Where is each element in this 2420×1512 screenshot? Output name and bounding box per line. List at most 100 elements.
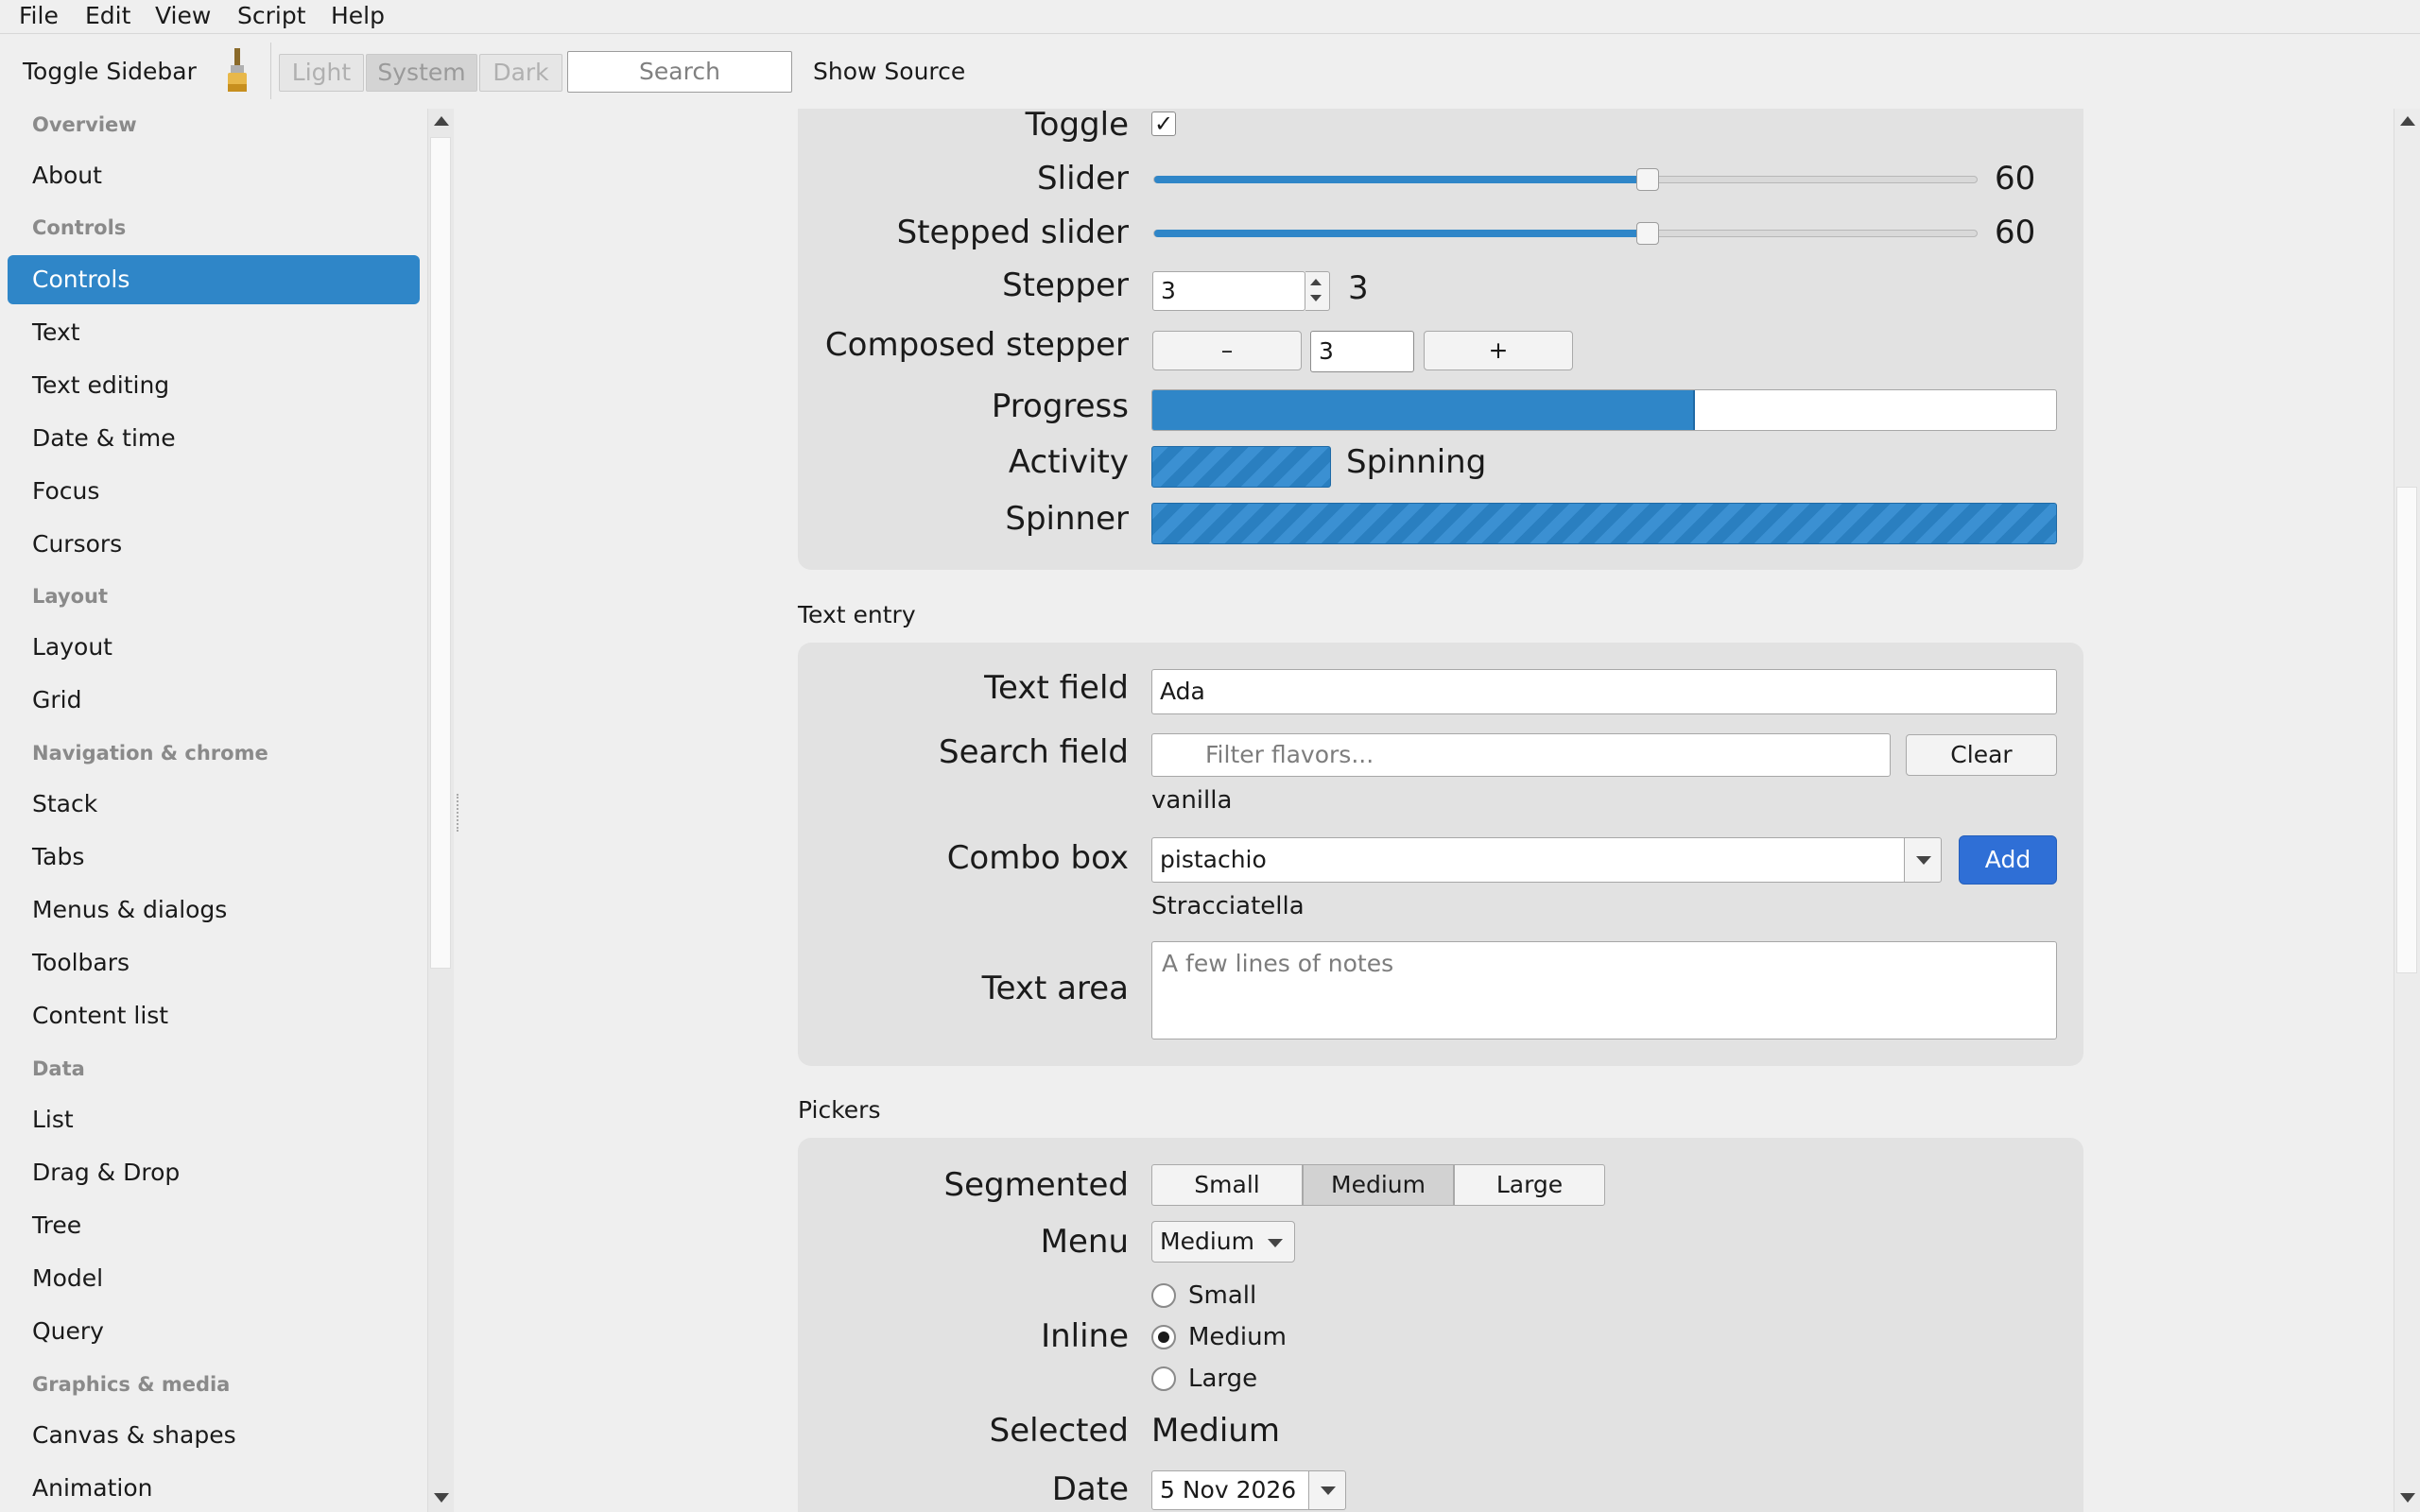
- date-field[interactable]: 5 Nov 2026: [1151, 1470, 1310, 1510]
- paintbrush-icon[interactable]: [223, 48, 251, 94]
- text-field-label: Text field: [984, 669, 1129, 707]
- slider-track[interactable]: [1153, 176, 1978, 183]
- main-scrollbar[interactable]: [2394, 109, 2420, 1512]
- sidebar-item-focus[interactable]: Focus: [32, 477, 99, 505]
- menu-picker-value: Medium: [1160, 1228, 1254, 1255]
- stepped-slider-track[interactable]: [1153, 230, 1978, 237]
- date-label: Date: [1051, 1470, 1129, 1508]
- splitter-handle[interactable]: [457, 794, 459, 832]
- stepped-slider-knob[interactable]: [1636, 222, 1660, 245]
- stepped-slider-label: Stepped slider: [896, 214, 1129, 251]
- text-area-label: Text area: [981, 970, 1129, 1007]
- sidebar-item-date-time[interactable]: Date & time: [32, 424, 176, 452]
- sidebar-item-model[interactable]: Model: [32, 1264, 103, 1292]
- radio-small-label: Small: [1188, 1281, 1257, 1310]
- segmented-label: Segmented: [943, 1166, 1130, 1204]
- radio-small[interactable]: [1151, 1283, 1176, 1308]
- sidebar-item-content-list[interactable]: Content list: [32, 1002, 168, 1029]
- toggle-checkbox[interactable]: ✓: [1151, 112, 1176, 136]
- add-button[interactable]: Add: [1959, 835, 2057, 885]
- slider-knob[interactable]: [1636, 168, 1660, 191]
- progress-bar: [1151, 389, 2057, 431]
- combo-box-dropdown-button[interactable]: [1904, 837, 1942, 883]
- segmented-large[interactable]: Large: [1454, 1164, 1605, 1206]
- menu-edit[interactable]: Edit: [85, 0, 130, 32]
- sidebar-item-about[interactable]: About: [32, 162, 102, 189]
- stepper-arrows[interactable]: [1305, 271, 1330, 311]
- menu-file[interactable]: File: [19, 0, 59, 32]
- menu-script[interactable]: Script: [237, 0, 306, 32]
- stepped-slider-fill: [1154, 230, 1650, 237]
- sidebar-item-stack[interactable]: Stack: [32, 790, 97, 817]
- main-scroll-up-arrow-icon[interactable]: [2400, 116, 2415, 126]
- sidebar-item-canvas-shapes[interactable]: Canvas & shapes: [32, 1421, 236, 1449]
- stepped-slider-value: 60: [1995, 214, 2036, 251]
- toolbar: Toggle Sidebar Light System Dark Search …: [0, 35, 2420, 109]
- decrement-button[interactable]: –: [1152, 331, 1302, 370]
- sidebar-scrollbar-thumb[interactable]: [430, 137, 451, 969]
- menu-help[interactable]: Help: [331, 0, 385, 32]
- sidebar-item-text[interactable]: Text: [32, 318, 80, 346]
- radio-medium-label: Medium: [1188, 1323, 1287, 1351]
- text-field-input[interactable]: Ada: [1151, 669, 2057, 714]
- sidebar-item-cursors[interactable]: Cursors: [32, 530, 122, 558]
- theme-system-button[interactable]: System: [366, 54, 477, 92]
- toggle-sidebar-button[interactable]: Toggle Sidebar: [23, 53, 197, 91]
- main-scrollbar-thumb[interactable]: [2396, 487, 2417, 973]
- selected-value: Medium: [1151, 1412, 1280, 1450]
- menu-view[interactable]: View: [155, 0, 211, 32]
- search-field-label: Search field: [939, 733, 1129, 771]
- radio-medium[interactable]: [1151, 1325, 1176, 1349]
- selected-label: Selected: [989, 1412, 1129, 1450]
- sidebar-item-list[interactable]: List: [32, 1106, 74, 1133]
- composed-stepper-label: Composed stepper: [824, 326, 1129, 364]
- sidebar-item-tabs[interactable]: Tabs: [32, 843, 84, 870]
- slider-label: Slider: [1037, 160, 1129, 198]
- sidebar-item-text-editing[interactable]: Text editing: [32, 371, 169, 399]
- show-source-button[interactable]: Show Source: [813, 53, 965, 91]
- stepper-label: Stepper: [1002, 266, 1129, 304]
- stepper-down-icon[interactable]: [1310, 295, 1322, 301]
- sidebar-item-drag-drop[interactable]: Drag & Drop: [32, 1159, 180, 1186]
- sidebar-item-grid[interactable]: Grid: [32, 686, 81, 713]
- segmented-medium[interactable]: Medium: [1303, 1164, 1454, 1206]
- sidebar-item-layout[interactable]: Layout: [32, 633, 112, 661]
- clear-button[interactable]: Clear: [1906, 734, 2057, 776]
- increment-button[interactable]: +: [1424, 331, 1573, 370]
- progress-fill: [1152, 390, 1695, 430]
- radio-large[interactable]: [1151, 1366, 1176, 1391]
- search-field-input[interactable]: Filter flavors...: [1151, 733, 1891, 777]
- sidebar-item-tree[interactable]: Tree: [32, 1211, 81, 1239]
- theme-light-button[interactable]: Light: [279, 54, 364, 92]
- sidebar-item-menus-dialogs[interactable]: Menus & dialogs: [32, 896, 227, 923]
- date-dropdown-button[interactable]: [1308, 1470, 1346, 1510]
- activity-label: Activity: [1008, 443, 1129, 481]
- sidebar-header-controls: Controls: [32, 216, 127, 239]
- menu-bar: File Edit View Script Help: [0, 0, 2420, 34]
- slider-value: 60: [1995, 160, 2036, 198]
- search-input[interactable]: Search: [567, 51, 792, 93]
- scroll-up-arrow-icon[interactable]: [434, 116, 449, 126]
- scroll-down-arrow-icon[interactable]: [434, 1493, 449, 1503]
- sidebar-item-controls[interactable]: Controls: [8, 255, 420, 304]
- main-scroll-down-arrow-icon[interactable]: [2400, 1493, 2415, 1503]
- toggle-label: Toggle: [1025, 106, 1129, 144]
- sidebar-item-toolbars[interactable]: Toolbars: [32, 949, 130, 976]
- theme-dark-button[interactable]: Dark: [479, 54, 562, 92]
- sidebar-item-query[interactable]: Query: [32, 1317, 104, 1345]
- stepper-field[interactable]: 3: [1152, 271, 1305, 311]
- slider-fill: [1154, 176, 1650, 183]
- toolbar-divider: [270, 43, 271, 99]
- menu-picker-button[interactable]: Medium: [1151, 1221, 1295, 1263]
- menu-label: Menu: [1040, 1223, 1129, 1261]
- sidebar-header-graphics: Graphics & media: [32, 1373, 231, 1396]
- text-area-input[interactable]: A few lines of notes: [1151, 941, 2057, 1040]
- combo-box-input[interactable]: pistachio: [1151, 837, 1906, 883]
- composed-stepper-field[interactable]: 3: [1310, 331, 1414, 372]
- sidebar-item-animation[interactable]: Animation: [32, 1474, 152, 1502]
- stepper-value: 3: [1348, 269, 1369, 307]
- sidebar-scrollbar[interactable]: [427, 109, 454, 1512]
- chevron-down-icon: [1268, 1239, 1283, 1247]
- segmented-small[interactable]: Small: [1151, 1164, 1303, 1206]
- stepper-up-icon[interactable]: [1310, 279, 1322, 285]
